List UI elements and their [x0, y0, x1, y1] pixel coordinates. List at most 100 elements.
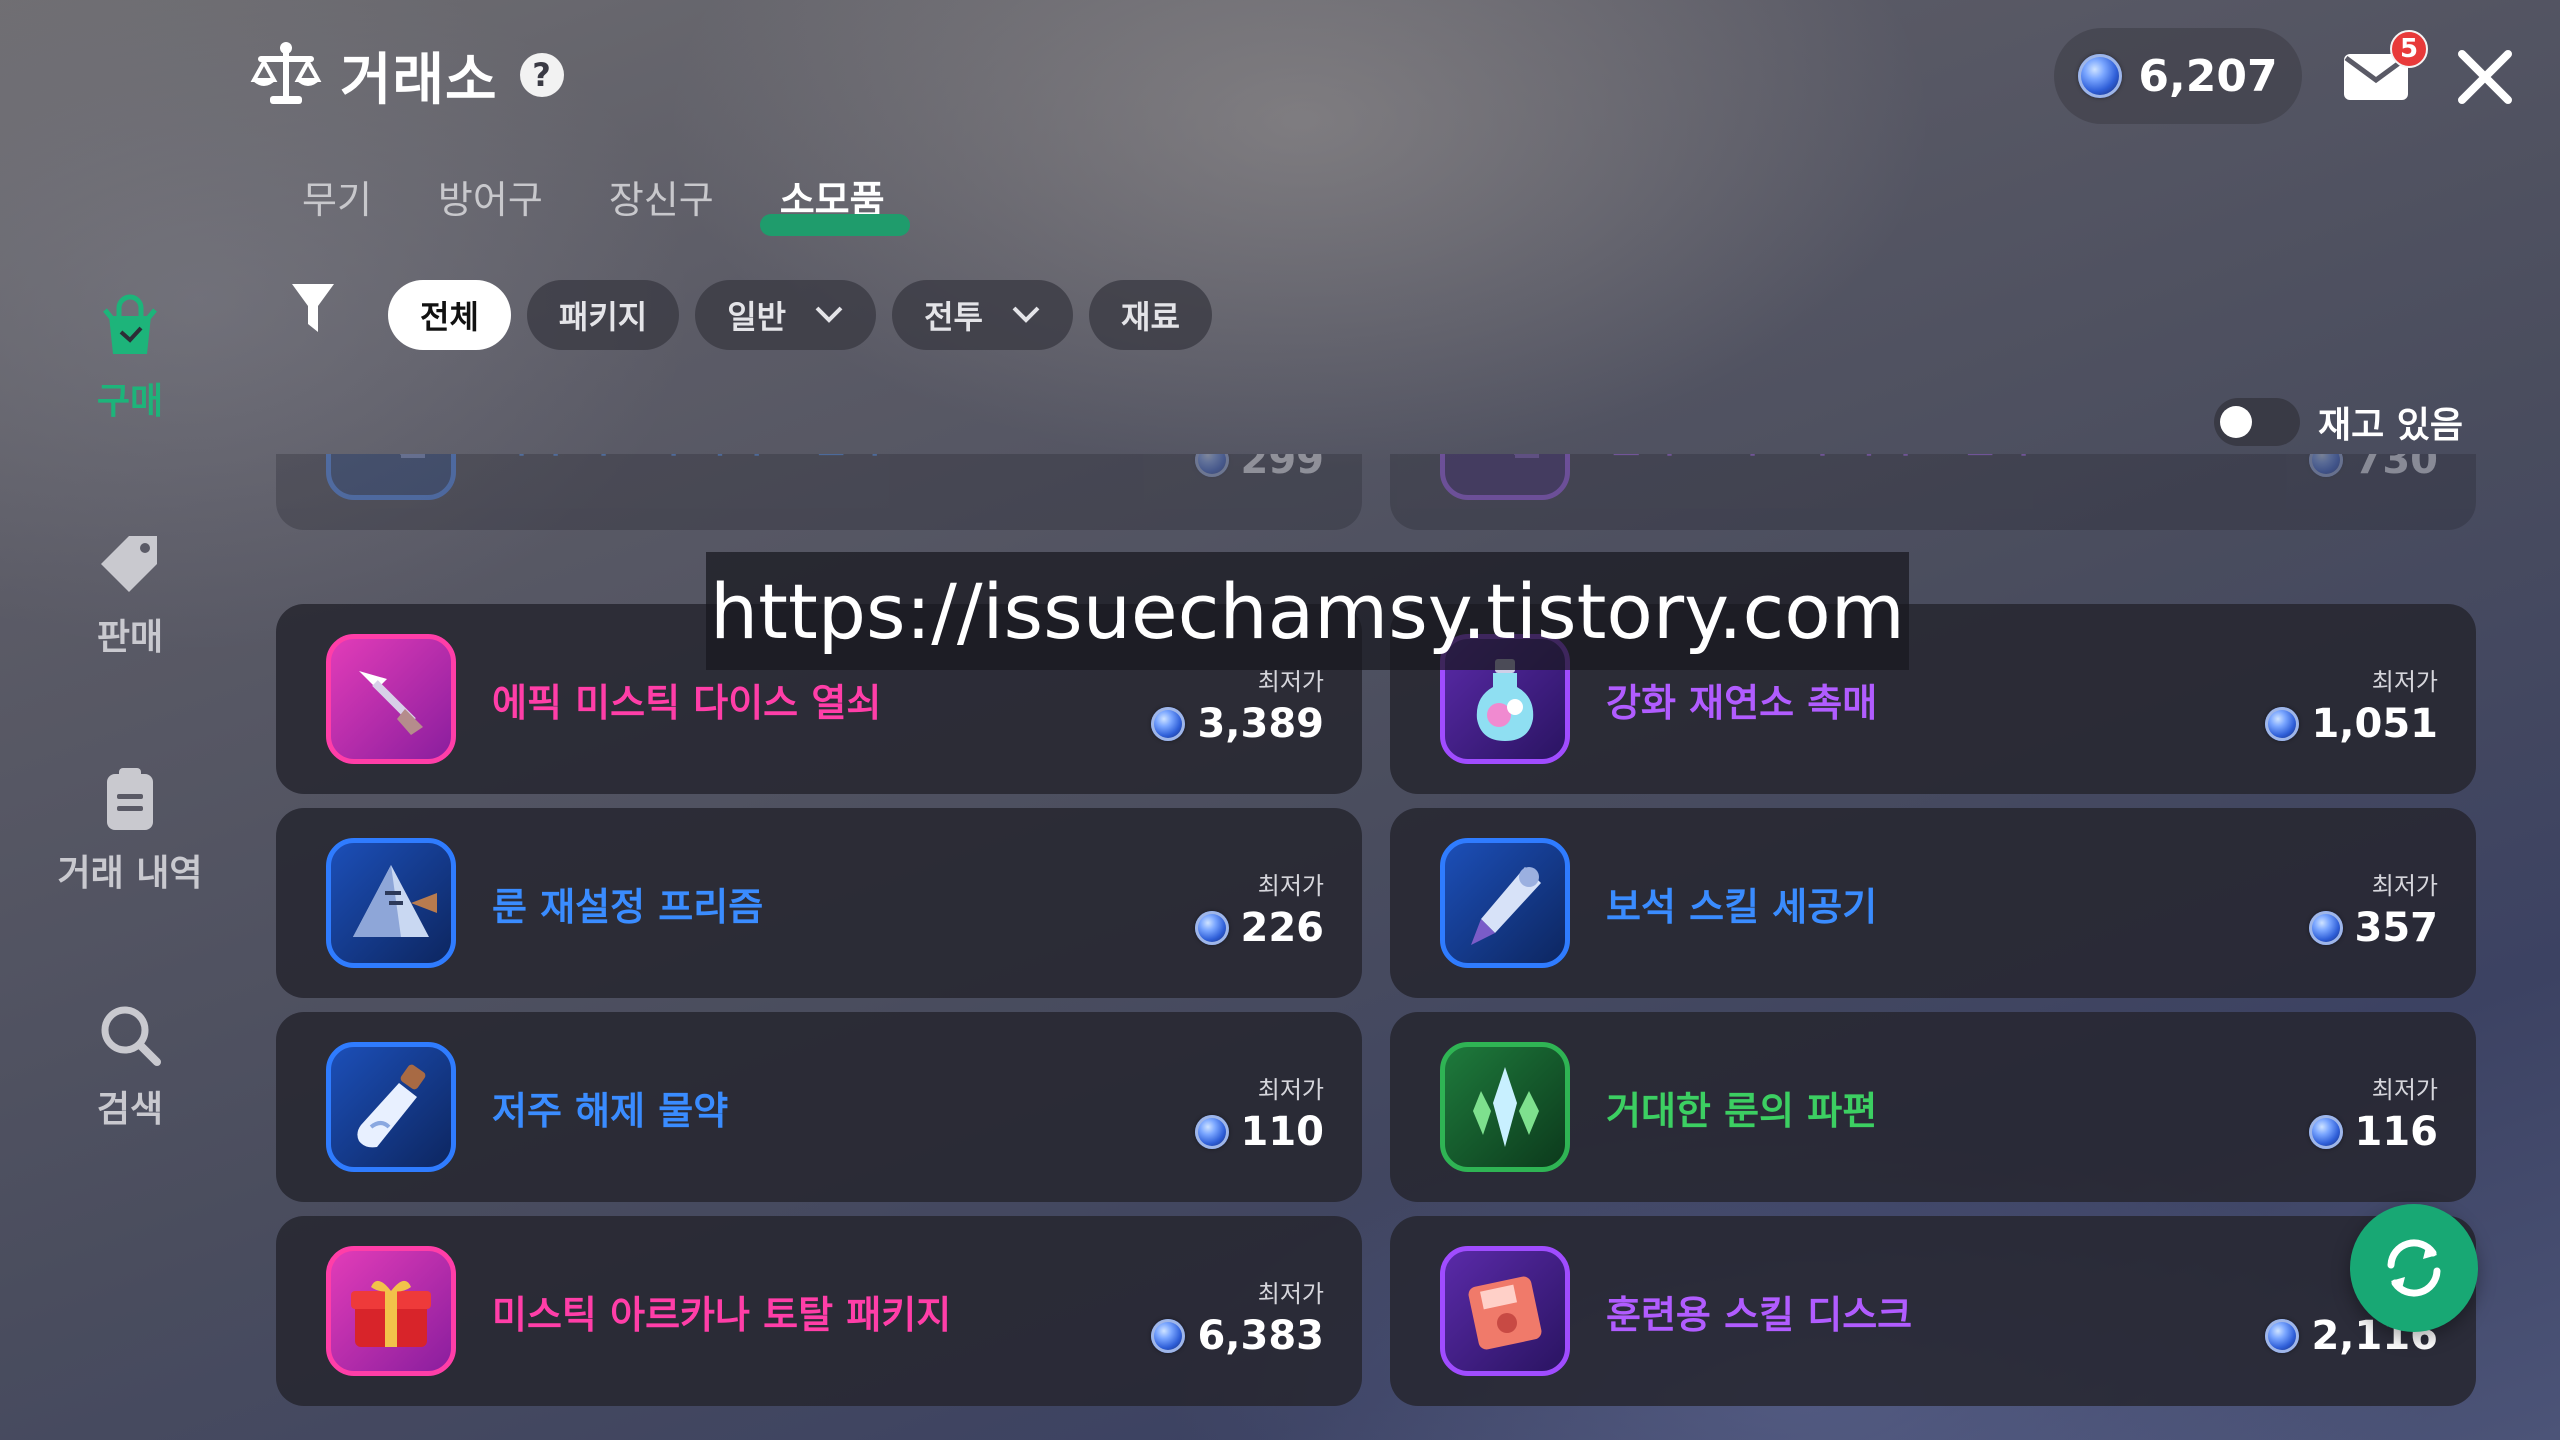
buy-bag-icon: [103, 294, 157, 354]
active-tab-indicator: [760, 214, 910, 236]
sidebar-item-label: 판매: [96, 617, 164, 658]
refresh-button[interactable]: [2350, 1204, 2478, 1332]
item-name: 엘리트 미스틱 다이스 열쇠: [1606, 454, 2030, 530]
mail-count-badge: 5: [2390, 30, 2428, 68]
sidebar-item-sell[interactable]: 판매: [40, 528, 220, 660]
price-label: 최저가: [2371, 668, 2438, 696]
toggle-switch[interactable]: [2214, 398, 2300, 446]
item-price: 3,389: [1197, 701, 1324, 747]
currency-balance[interactable]: 6,207: [2054, 28, 2302, 124]
filter-funnel-icon[interactable]: [290, 280, 336, 336]
item-card[interactable]: 레어 미스틱 다이스 열쇠 최저가 299: [276, 454, 1362, 530]
chevron-down-icon: [1012, 306, 1040, 323]
tab-weapons[interactable]: 무기: [302, 170, 372, 230]
coin-icon: [2308, 1115, 2343, 1149]
chip-label: 재료: [1121, 298, 1180, 336]
price-block: 최저가 1,051: [2265, 662, 2438, 747]
item-card[interactable]: 저주 해제 물약 최저가 110: [276, 1012, 1362, 1202]
item-name: 레어 미스틱 다이스 열쇠: [492, 454, 881, 530]
coin-icon: [2265, 1319, 2300, 1353]
close-icon[interactable]: [2452, 44, 2518, 110]
coin-icon: [1151, 1319, 1186, 1353]
item-card[interactable]: 미스틱 아르카나 토탈 패키지 최저가 6,383: [276, 1216, 1362, 1406]
sidebar-item-label: 거래 내역: [57, 853, 203, 894]
price-block: 최저가 110: [1194, 1070, 1325, 1155]
item-name: 거대한 룬의 파편: [1606, 1088, 1878, 1133]
price-block: 최저가 730: [2308, 454, 2439, 483]
gem-chisel-icon: [1440, 838, 1570, 968]
tab-armor[interactable]: 방어구: [438, 170, 543, 230]
rune-shard-icon: [1440, 1042, 1570, 1172]
coin-icon: [2265, 707, 2300, 741]
price-block: 최저가 6,383: [1151, 1274, 1324, 1359]
filter-chip-materials[interactable]: 재료: [1089, 280, 1212, 350]
prism-icon: [326, 838, 456, 968]
item-price: 6,383: [1197, 1313, 1324, 1359]
item-card[interactable]: 보석 스킬 세공기 최저가 357: [1390, 808, 2476, 998]
price-label: 최저가: [2371, 872, 2438, 900]
watermark-url: https://issuechamsy.tistory.com: [706, 552, 1909, 670]
coin-icon: [2308, 911, 2343, 945]
clipboard-icon: [107, 768, 153, 830]
item-name: 룬 재설정 프리즘: [492, 884, 764, 929]
sidebar-item-label: 검색: [96, 1089, 164, 1130]
item-price: 116: [2354, 1109, 2439, 1155]
chevron-down-icon: [815, 306, 843, 323]
price-label: 최저가: [2371, 1076, 2438, 1104]
item-card[interactable]: 룬 재설정 프리즘 최저가 226: [276, 808, 1362, 998]
question-circle-icon[interactable]: ?: [519, 53, 564, 97]
price-block: 최저가 299: [1194, 454, 1325, 483]
coin-icon: [1194, 911, 1229, 945]
header: 거래소 ?: [250, 40, 564, 113]
filter-chip-combat[interactable]: 전투: [892, 280, 1073, 350]
price-tag-icon: [101, 536, 157, 592]
elite-key-icon: [1440, 454, 1570, 500]
item-price: 299: [1240, 454, 1325, 483]
coin-icon: [2078, 54, 2123, 98]
currency-amount: 6,207: [2138, 50, 2278, 102]
item-card[interactable]: 거대한 룬의 파편 최저가 116: [1390, 1012, 2476, 1202]
item-price: 110: [1240, 1109, 1325, 1155]
price-label: 최저가: [1257, 872, 1324, 900]
item-name: 보석 스킬 세공기: [1606, 884, 1878, 929]
scale-icon: [250, 42, 322, 104]
item-name: 훈련용 스킬 디스크: [1606, 1292, 1913, 1337]
coin-icon: [2308, 454, 2343, 477]
chip-label: 전체: [420, 298, 479, 336]
sidebar-item-label: 구매: [96, 381, 164, 422]
coin-icon: [1194, 1115, 1229, 1149]
item-name: 저주 해제 물약: [492, 1088, 729, 1133]
chip-label: 일반: [727, 298, 787, 336]
refresh-icon: [2387, 1239, 2441, 1297]
filter-chip-general[interactable]: 일반: [695, 280, 877, 350]
price-block: 최저가 116: [2308, 1070, 2439, 1155]
epic-key-icon: [326, 634, 456, 764]
price-block: 최저가 226: [1194, 866, 1324, 951]
price-label: 최저가: [1257, 1076, 1324, 1104]
item-price: 730: [2354, 454, 2439, 483]
price-block: 최저가 357: [2308, 866, 2439, 951]
item-price: 1,051: [2311, 701, 2438, 747]
sidebar-item-history[interactable]: 거래 내역: [40, 764, 220, 896]
item-card[interactable]: 훈련용 스킬 디스크 최저가 2,116: [1390, 1216, 2476, 1406]
gift-chest-icon: [326, 1246, 456, 1376]
sidebar-item-buy[interactable]: 구매: [40, 292, 220, 424]
item-name: 미스틱 아르카나 토탈 패키지: [492, 1292, 952, 1337]
skill-disk-icon: [1440, 1246, 1570, 1376]
price-block: 최저가 3,389: [1151, 662, 1324, 747]
item-card[interactable]: 엘리트 미스틱 다이스 열쇠 최저가 730: [1390, 454, 2476, 530]
tab-accessories[interactable]: 장신구: [609, 170, 714, 230]
price-label: 최저가: [1257, 1280, 1324, 1308]
sidebar-item-search[interactable]: 검색: [40, 1000, 220, 1132]
coin-icon: [1151, 707, 1186, 741]
item-price: 357: [2354, 905, 2439, 951]
filter-chips: 전체 패키지 일반 전투 재료: [388, 280, 1212, 350]
chip-label: 전투: [924, 298, 983, 336]
potion-vial-icon: [326, 1042, 456, 1172]
filter-chip-all[interactable]: 전체: [388, 280, 511, 350]
coin-icon: [1194, 454, 1229, 477]
filter-chip-package[interactable]: 패키지: [526, 280, 680, 350]
in-stock-toggle[interactable]: 재고 있음: [2214, 396, 2463, 448]
chip-label: 패키지: [558, 298, 648, 336]
in-stock-label: 재고 있음: [2318, 405, 2464, 446]
